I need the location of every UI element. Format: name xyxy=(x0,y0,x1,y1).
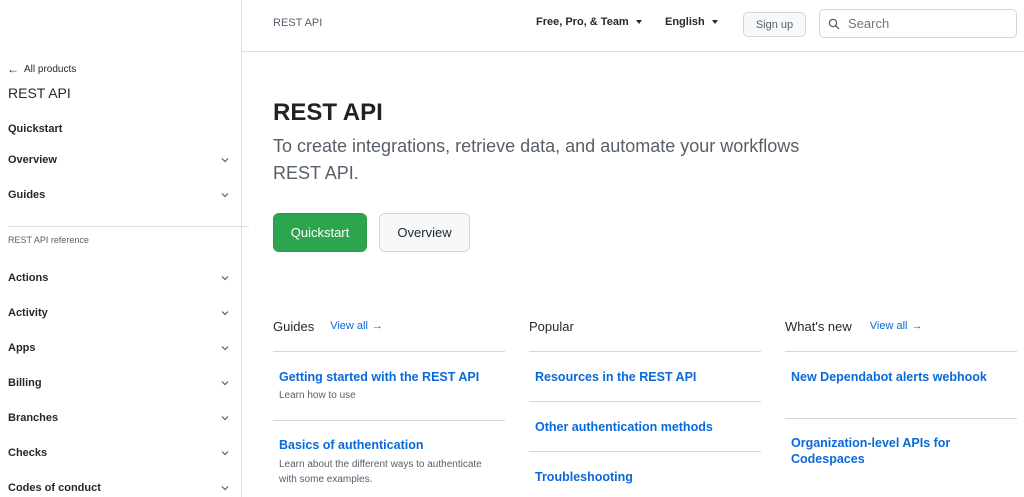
divider xyxy=(273,420,505,421)
sidebar-item-label: Overview xyxy=(8,154,57,166)
arrow-left-icon: ← xyxy=(7,62,19,76)
sidebar-item-activity[interactable]: Activity xyxy=(8,302,230,324)
divider xyxy=(785,351,1017,352)
sidebar-item-actions[interactable]: Actions xyxy=(8,267,230,289)
chevron-down-icon xyxy=(221,276,229,281)
language-dropdown-label: English xyxy=(665,16,705,28)
sidebar-item-quickstart[interactable]: Quickstart xyxy=(8,118,230,140)
popular-heading: Popular xyxy=(529,318,574,334)
caret-down-icon xyxy=(635,20,642,24)
caret-down-icon xyxy=(711,20,718,24)
sidebar-item-label: Codes of conduct xyxy=(8,482,101,494)
guides-view-all-link[interactable]: View all → xyxy=(330,320,383,332)
product-title: REST API xyxy=(8,85,71,101)
sidebar-item-codes-of-conduct[interactable]: Codes of conduct xyxy=(8,477,230,497)
whats-new-link-codespaces[interactable]: Organization-level APIs for Codespaces xyxy=(791,435,991,467)
guide-link-basics-auth[interactable]: Basics of authentication xyxy=(279,437,499,453)
sidebar-item-label: Branches xyxy=(8,412,59,424)
plan-dropdown-label: Free, Pro, & Team xyxy=(536,16,629,28)
popular-header: Popular xyxy=(529,316,761,336)
whats-new-link-dependabot[interactable]: New Dependabot alerts webhook xyxy=(791,369,1011,385)
chevron-down-icon xyxy=(221,381,229,386)
popular-link-other-auth[interactable]: Other authentication methods xyxy=(535,419,755,435)
chevron-down-icon xyxy=(221,193,229,198)
guides-column: Guides View all → Getting started with t… xyxy=(273,316,505,497)
popular-column: Popular Resources in the REST API Other … xyxy=(529,316,761,497)
top-header: REST API Free, Pro, & Team English Sign … xyxy=(242,0,1024,52)
divider xyxy=(785,418,1017,419)
quickstart-button[interactable]: Quickstart xyxy=(273,213,367,252)
all-products-label: All products xyxy=(24,63,77,75)
all-products-link[interactable]: ← All products xyxy=(7,63,76,75)
guides-header: Guides View all → xyxy=(273,316,505,336)
sidebar-item-label: Quickstart xyxy=(8,123,63,135)
sidebar-item-label: Activity xyxy=(8,307,48,319)
chevron-down-icon xyxy=(221,416,229,421)
popular-link-troubleshooting[interactable]: Troubleshooting xyxy=(535,469,755,485)
search-icon xyxy=(828,18,840,29)
sign-up-button[interactable]: Sign up xyxy=(743,12,806,37)
search-input[interactable]: Search xyxy=(819,9,1017,38)
sidebar-item-label: Apps xyxy=(8,342,36,354)
divider xyxy=(529,451,761,452)
chevron-down-icon xyxy=(221,311,229,316)
divider xyxy=(529,401,761,402)
chevron-down-icon xyxy=(221,451,229,456)
search-placeholder: Search xyxy=(848,16,890,31)
arrow-right-icon: → xyxy=(911,320,923,332)
chevron-down-icon xyxy=(221,346,229,351)
sidebar-section-label: REST API reference xyxy=(8,235,89,245)
chevron-down-icon xyxy=(221,158,229,163)
divider xyxy=(273,351,505,352)
sidebar-item-label: Guides xyxy=(8,189,46,201)
sidebar-item-label: Billing xyxy=(8,377,42,389)
sidebar-item-checks[interactable]: Checks xyxy=(8,442,230,464)
guides-heading: Guides xyxy=(273,318,315,334)
overview-button[interactable]: Overview xyxy=(379,213,470,252)
arrow-right-icon: → xyxy=(371,320,383,332)
sidebar-item-label: Checks xyxy=(8,447,48,459)
guide-link-getting-started[interactable]: Getting started with the REST API xyxy=(279,369,499,385)
divider xyxy=(529,351,761,352)
sidebar-item-guides[interactable]: Guides xyxy=(8,184,230,206)
sidebar-item-branches[interactable]: Branches xyxy=(8,407,230,429)
whats-new-header: What's new View all → xyxy=(785,316,1017,336)
sidebar-divider xyxy=(8,226,249,227)
view-all-label: View all xyxy=(869,320,908,332)
guide-desc: Learn about the different ways to authen… xyxy=(279,459,482,485)
whats-new-heading: What's new xyxy=(785,318,852,334)
language-dropdown[interactable]: English xyxy=(665,16,718,28)
whats-new-column: What's new View all → New Dependabot ale… xyxy=(785,316,1017,497)
breadcrumb[interactable]: REST API xyxy=(273,17,322,29)
plan-dropdown[interactable]: Free, Pro, & Team xyxy=(536,16,642,28)
guide-desc: Learn how to use xyxy=(279,390,356,401)
sidebar-item-billing[interactable]: Billing xyxy=(8,372,230,394)
sidebar-item-overview[interactable]: Overview xyxy=(8,149,230,171)
popular-link-resources[interactable]: Resources in the REST API xyxy=(535,369,755,385)
sidebar: ← All products REST API Quickstart Overv… xyxy=(0,0,249,497)
sidebar-item-label: Actions xyxy=(8,272,49,284)
sidebar-item-apps[interactable]: Apps xyxy=(8,337,230,359)
page-title: REST API xyxy=(273,99,383,126)
page-intro: To create integrations, retrieve data, a… xyxy=(273,136,800,183)
whats-new-view-all-link[interactable]: View all → xyxy=(870,320,923,332)
chevron-down-icon xyxy=(221,486,229,491)
view-all-label: View all xyxy=(330,320,368,332)
